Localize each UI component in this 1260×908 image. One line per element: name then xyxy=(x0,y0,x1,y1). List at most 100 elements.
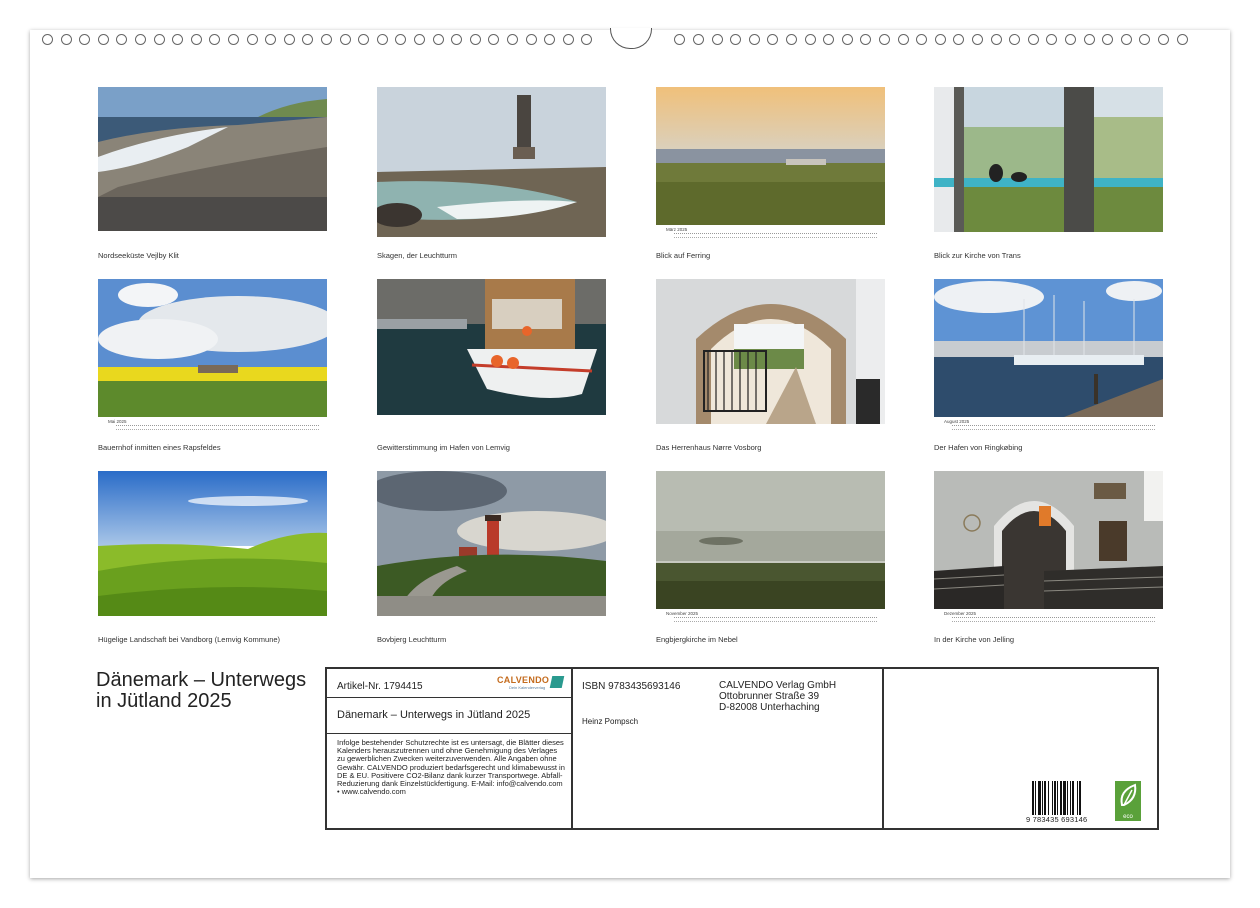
barcode-bar xyxy=(1035,781,1036,815)
publisher-street: Ottobrunner Straße 39 xyxy=(719,691,820,702)
binding-ring xyxy=(358,34,370,45)
photo-vandborg xyxy=(98,471,327,616)
barcode-bar xyxy=(1054,781,1056,815)
binding-ring xyxy=(135,34,146,45)
logo-sub: Dein Kalenderverlag xyxy=(509,685,546,690)
binding-ring xyxy=(823,34,835,45)
binding-ring xyxy=(897,34,909,45)
barcode-bar xyxy=(1079,781,1081,815)
photo-skagen xyxy=(377,87,606,237)
binding-ring xyxy=(730,34,742,45)
publisher-name: CALVENDO Verlag GmbH xyxy=(719,680,837,691)
mini-calendar: November 2025 xyxy=(656,611,885,627)
title-line-2: in Jütland 2025 xyxy=(96,690,232,712)
binding-ring xyxy=(79,34,91,45)
publisher-city: D-82008 Unterhaching xyxy=(719,702,820,713)
barcode-bar xyxy=(1032,781,1034,815)
photo-ringkobing xyxy=(934,279,1163,417)
barcode-bar xyxy=(1038,781,1041,815)
photo-caption: Hügelige Landschaft bei Vandborg (Lemvig… xyxy=(98,635,281,644)
binding-ring xyxy=(172,34,184,45)
binding-ring xyxy=(153,34,165,45)
binding-ring xyxy=(990,34,1002,45)
logo-word: CALVENDO xyxy=(497,675,550,685)
binding-ring xyxy=(1083,34,1095,45)
binding-ring xyxy=(209,34,221,45)
legal-text: Infolge bestehender Schutzrechte ist es … xyxy=(337,738,565,797)
binding-ring xyxy=(860,34,872,45)
binding-ring xyxy=(934,34,946,45)
binding-ring xyxy=(972,34,983,45)
binding-ring xyxy=(525,34,537,45)
photo-caption: Das Herrenhaus Nørre Vosborg xyxy=(656,443,762,452)
photo-lemvig xyxy=(377,279,606,415)
binding-ring xyxy=(97,34,109,45)
binding-ring xyxy=(841,34,853,45)
photo-caption: Engbjergkirche im Nebel xyxy=(656,635,738,644)
photo-vosborg xyxy=(656,279,885,424)
author: Heinz Pompsch xyxy=(582,717,639,726)
binding-ring xyxy=(1176,34,1188,45)
title-line-1: Dänemark – Unterwegs xyxy=(96,669,307,691)
binding-ring xyxy=(693,34,704,45)
photo-caption: Gewitterstimmung im Hafen von Lemvig xyxy=(377,443,510,452)
binding-ring xyxy=(395,34,407,45)
barcode-bar xyxy=(1052,781,1053,815)
binding-ring xyxy=(469,34,481,45)
binding-ring xyxy=(265,34,277,45)
divider xyxy=(327,697,571,698)
article-number: Artikel-Nr. 1794415 xyxy=(337,681,423,692)
barcode-bar xyxy=(1072,781,1074,815)
binding-ring xyxy=(414,34,425,45)
barcode-bar xyxy=(1070,781,1071,815)
binding-ring xyxy=(916,34,928,45)
photo-jelling xyxy=(934,471,1163,609)
mini-calendar: März 2025 xyxy=(656,227,885,243)
binding-ring xyxy=(1158,34,1169,45)
binding-ring xyxy=(1120,34,1132,45)
binding-ring xyxy=(1027,34,1039,45)
eco-label: eco xyxy=(1123,814,1133,820)
barcode-bar xyxy=(1042,781,1043,815)
photo-caption: Blick zur Kirche von Trans xyxy=(934,251,1021,260)
calendar-title: Dänemark – Unterwegs in Jütland 2025 xyxy=(96,670,306,712)
binding-ring xyxy=(1065,34,1076,45)
binding-ring xyxy=(748,34,760,45)
barcode-icon xyxy=(1031,781,1099,815)
barcode-bar xyxy=(1063,781,1066,815)
photo-caption: Der Hafen von Ringkøbing xyxy=(934,443,1023,452)
photo-trans xyxy=(934,87,1163,232)
binding-ring xyxy=(228,34,239,45)
binding-ring xyxy=(953,34,965,45)
binding-ring xyxy=(1046,34,1058,45)
binding-ring xyxy=(451,34,463,45)
barcode-bar xyxy=(1048,781,1049,815)
binding-ring xyxy=(804,34,816,45)
calvendo-logo: CALVENDO Dein Kalenderverlag xyxy=(497,675,565,691)
binding-ring xyxy=(246,34,258,45)
photo-engbjerg xyxy=(656,471,885,609)
photo-caption: In der Kirche von Jelling xyxy=(934,635,1015,644)
mini-calendar: August 2025 xyxy=(934,419,1163,435)
photo-ferring xyxy=(656,87,885,225)
divider xyxy=(882,669,884,828)
photo-nordseekueste xyxy=(98,87,327,231)
binding-ring xyxy=(879,34,890,45)
binding-ring xyxy=(321,34,332,45)
divider xyxy=(327,733,571,734)
photo-bovbjerg xyxy=(377,471,606,616)
binding-ring xyxy=(283,34,295,45)
barcode-number: 9 783435 693146 xyxy=(1026,815,1088,824)
binding-ring xyxy=(786,34,797,45)
barcode-bar xyxy=(1067,781,1068,815)
barcode-bar xyxy=(1057,781,1058,815)
binding-ring xyxy=(1009,34,1021,45)
barcode-bar xyxy=(1044,781,1046,815)
binding-ring xyxy=(507,34,518,45)
binding-ring xyxy=(116,34,128,45)
publisher-address: CALVENDO Verlag GmbH Ottobrunner Straße … xyxy=(719,680,836,713)
mini-calendar: Dezember 2025 xyxy=(934,611,1163,627)
binding-ring xyxy=(711,34,723,45)
photo-caption: Nordseeküste Vejlby Klit xyxy=(98,251,179,260)
photo-caption: Bovbjerg Leuchtturm xyxy=(377,635,447,644)
